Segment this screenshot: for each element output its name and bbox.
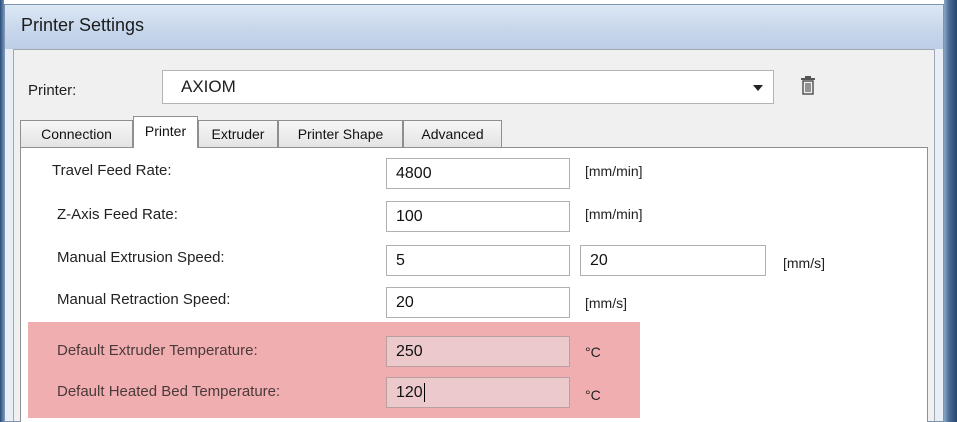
printer-dropdown-value: AXIOM [181, 77, 236, 96]
manual-retraction-speed-unit: [mm/s] [585, 295, 627, 311]
manual-retraction-speed-input[interactable]: 20 [386, 287, 570, 318]
z-axis-feed-rate-label: Z-Axis Feed Rate: [57, 206, 178, 223]
window-title: Printer Settings [21, 15, 145, 35]
default-heated-bed-temperature-unit: °C [585, 387, 601, 403]
title-bar[interactable]: Printer Settings [5, 5, 943, 49]
z-axis-feed-rate-input[interactable]: 100 [386, 201, 570, 232]
manual-extrusion-speed-label: Manual Extrusion Speed: [57, 249, 225, 266]
screen-frame: Printer Settings Printer: AXIOM Connecti… [0, 0, 957, 422]
tab-printer[interactable]: Printer [133, 116, 198, 148]
travel-feed-rate-label: Travel Feed Rate: [52, 162, 172, 179]
tab-printer-shape[interactable]: Printer Shape [278, 120, 403, 147]
manual-extrusion-speed-unit: [mm/s] [783, 255, 825, 271]
printer-dropdown[interactable]: AXIOM [162, 70, 774, 104]
default-extruder-temperature-input[interactable]: 250 [386, 336, 570, 367]
manual-retraction-speed-label: Manual Retraction Speed: [57, 291, 231, 308]
dropdown-arrow-icon[interactable] [753, 85, 763, 91]
default-extruder-temperature-unit: °C [585, 344, 601, 360]
text-cursor [423, 383, 425, 403]
tab-advanced[interactable]: Advanced [403, 120, 502, 147]
default-heated-bed-temperature-value: 120 [396, 384, 423, 401]
background-right [944, 0, 957, 422]
printer-label: Printer: [28, 82, 77, 99]
manual-extrusion-speed-input[interactable]: 5 [386, 245, 570, 276]
trash-icon[interactable] [800, 75, 816, 95]
default-heated-bed-temperature-input[interactable]: 120 [386, 377, 570, 408]
default-extruder-temperature-label: Default Extruder Temperature: [57, 342, 258, 359]
default-heated-bed-temperature-label: Default Heated Bed Temperature: [57, 383, 281, 400]
tab-connection[interactable]: Connection [20, 120, 133, 147]
manual-extrusion-speed-input-2[interactable]: 20 [580, 245, 766, 276]
z-axis-feed-rate-unit: [mm/min] [585, 206, 643, 222]
travel-feed-rate-unit: [mm/min] [585, 163, 643, 179]
tab-extruder[interactable]: Extruder [198, 120, 278, 147]
travel-feed-rate-input[interactable]: 4800 [386, 158, 570, 189]
